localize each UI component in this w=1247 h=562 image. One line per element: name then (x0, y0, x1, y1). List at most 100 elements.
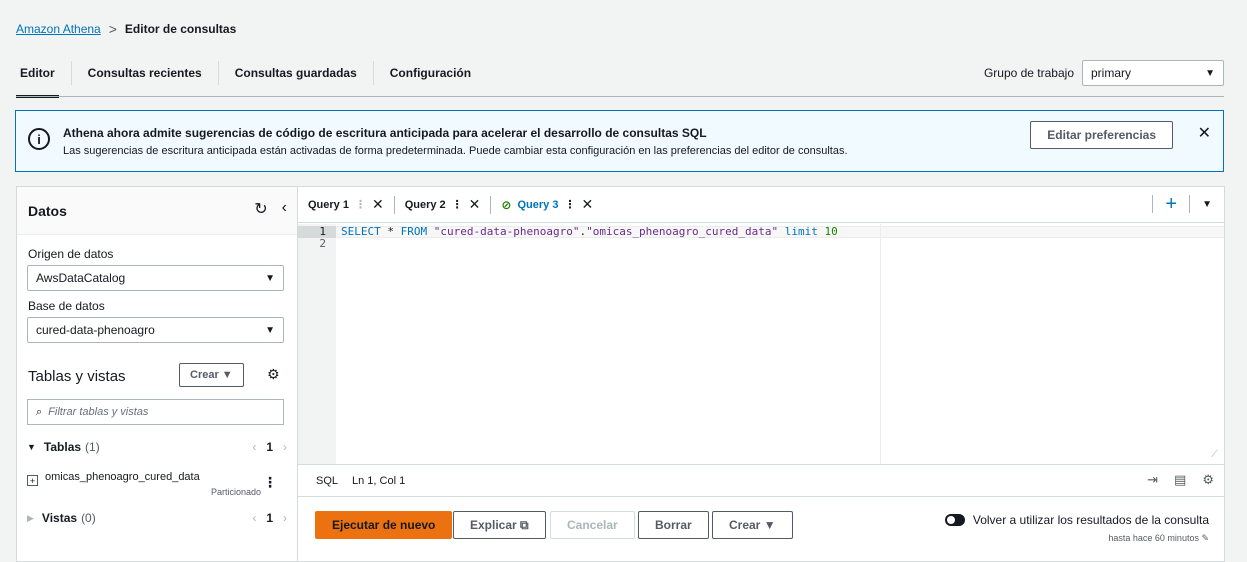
table-list-item[interactable]: + omicas_phenoagro_cured_data Particiona… (27, 469, 289, 499)
sql-string: "cured-data-phenoagro" (427, 225, 580, 238)
close-icon[interactable]: ✕ (372, 196, 384, 213)
query-tabs: Query 1 ⋮ ✕ Query 2 ⋮ ✕ ⊘ Query 3 ⋮ ✕ + … (298, 187, 1224, 223)
explain-button[interactable]: Explicar ⧉ (453, 511, 546, 539)
reuse-results-toggle[interactable] (944, 514, 965, 526)
top-tabs: Editor Consultas recientes Consultas gua… (16, 58, 487, 98)
tables-label: Tablas (43, 440, 82, 454)
database-label: Base de datos (28, 299, 105, 313)
tab-settings[interactable]: Configuración (372, 61, 487, 85)
filter-tables-input[interactable]: ⌕ Filtrar tablas y vistas (27, 399, 284, 425)
create-table-button[interactable]: Crear ▼ (179, 363, 244, 387)
query-tab-2[interactable]: Query 2 ⋮ ✕ (395, 195, 492, 214)
tables-pager: ‹ 1 › (252, 440, 287, 454)
add-query-icon[interactable]: + (1152, 194, 1191, 214)
workgroup-label: Grupo de trabajo (983, 66, 1074, 80)
caret-down-icon: ▼ (1205, 67, 1215, 79)
line-number: 2 (319, 237, 326, 250)
resize-handle-icon[interactable]: ⟋ (1211, 449, 1218, 460)
query-tab-label: Query 1 (308, 198, 349, 211)
database-select[interactable]: cured-data-phenoagro ▼ (27, 317, 284, 343)
views-count: (0) (81, 511, 96, 525)
language-mode: SQL (316, 474, 339, 487)
tables-count: (1) (85, 440, 100, 454)
query-tab-label: Query 3 (517, 198, 559, 211)
check-circle-icon: ⊘ (501, 197, 512, 212)
data-panel-header: Datos ↻ ‹ (17, 187, 297, 235)
kebab-icon[interactable]: ⋮ (355, 198, 366, 211)
query-tab-1[interactable]: Query 1 ⋮ ✕ (298, 195, 395, 214)
caret-down-icon[interactable]: ▼ (1190, 199, 1224, 210)
edit-preferences-button[interactable]: Editar preferencias (1030, 121, 1173, 149)
sql-string: "omicas_phenoagro_cured_data" (586, 225, 779, 238)
refresh-icon[interactable]: ↻ (254, 199, 267, 219)
query-editor-panel: Query 1 ⋮ ✕ Query 2 ⋮ ✕ ⊘ Query 3 ⋮ ✕ + … (297, 186, 1225, 562)
run-again-button[interactable]: Ejecutar de nuevo (315, 511, 453, 539)
breadcrumb-athena-link[interactable]: Amazon Athena (16, 22, 101, 36)
reuse-results-setting: Volver a utilizar los resultados de la c… (944, 513, 1209, 544)
breadcrumb: Amazon Athena > Editor de consultas (16, 21, 236, 37)
views-label: Vistas (41, 511, 78, 525)
expand-right-icon: ▶ (27, 512, 34, 523)
sql-star: * (380, 225, 401, 238)
next-page-icon[interactable]: › (283, 511, 287, 525)
more-actions-icon[interactable]: ⋮ (263, 474, 277, 491)
caret-down-icon: ▼ (265, 324, 275, 336)
page-number[interactable]: 1 (266, 440, 273, 454)
close-icon[interactable]: ✕ (1198, 123, 1211, 143)
editor-status-bar: SQL Ln 1, Col 1 ⇥ ▤ ⚙ (298, 464, 1224, 497)
data-panel-title: Datos (28, 203, 67, 219)
prev-page-icon[interactable]: ‹ (252, 440, 256, 454)
reuse-results-label: Volver a utilizar los resultados de la c… (972, 513, 1209, 527)
format-icon[interactable]: ⇥ (1147, 472, 1158, 488)
gear-icon[interactable]: ⚙ (267, 366, 280, 383)
clear-button[interactable]: Borrar (638, 511, 709, 539)
filter-placeholder: Filtrar tablas y vistas (48, 406, 149, 418)
data-source-select[interactable]: AwsDataCatalog ▼ (27, 265, 284, 291)
data-panel-actions: ↻ ‹ (254, 199, 287, 219)
data-panel: Datos ↻ ‹ Origen de datos AwsDataCatalog… (16, 186, 297, 562)
sql-keyword: SELECT (341, 225, 381, 238)
breadcrumb-current: Editor de consultas (124, 22, 237, 36)
tab-recent-queries[interactable]: Consultas recientes (70, 61, 218, 85)
data-source-label: Origen de datos (28, 247, 114, 261)
create-button[interactable]: Crear ▼ (712, 511, 793, 539)
tab-saved-queries[interactable]: Consultas guardadas (217, 61, 373, 85)
data-source-value: AwsDataCatalog (36, 271, 126, 285)
print-margin (880, 224, 881, 464)
expand-plus-icon[interactable]: + (27, 475, 38, 486)
views-pager: ‹ 1 › (252, 511, 287, 525)
tab-editor[interactable]: Editor (16, 61, 71, 98)
close-icon[interactable]: ✕ (469, 196, 481, 213)
tables-section[interactable]: ▼ Tablas (1) ‹ 1 › (27, 440, 287, 454)
tabs-divider (16, 96, 1224, 97)
table-name: omicas_phenoagro_cured_data (45, 471, 200, 483)
workgroup-value: primary (1091, 66, 1132, 80)
database-value: cured-data-phenoagro (36, 323, 155, 337)
close-icon[interactable]: ✕ (581, 196, 593, 213)
cursor-position: Ln 1, Col 1 (352, 474, 406, 487)
prev-page-icon[interactable]: ‹ (252, 511, 256, 525)
expand-down-icon: ▼ (27, 442, 36, 452)
kebab-icon[interactable]: ⋮ (564, 198, 575, 211)
sql-keyword: limit (778, 225, 825, 238)
next-page-icon[interactable]: › (283, 440, 287, 454)
cancel-button[interactable]: Cancelar (550, 511, 635, 539)
keyboard-icon[interactable]: ▤ (1174, 472, 1186, 488)
line-number: 1 (298, 226, 336, 238)
kebab-icon[interactable]: ⋮ (452, 198, 463, 211)
query-tab-actions: + ▼ (1152, 194, 1224, 214)
gear-icon[interactable]: ⚙ (1202, 472, 1214, 488)
reuse-results-sub[interactable]: hasta hace 60 minutos ✎ (945, 533, 1209, 544)
caret-down-icon: ▼ (265, 272, 275, 284)
views-section[interactable]: ▶ Vistas (0) ‹ 1 › (27, 511, 287, 525)
banner-message: Las sugerencias de escritura anticipada … (63, 145, 848, 157)
sql-editor[interactable]: 1 2 SELECT * FROM "cured-data-phenoagro"… (298, 224, 1224, 464)
query-tab-3[interactable]: ⊘ Query 3 ⋮ ✕ (491, 196, 603, 214)
workgroup-select[interactable]: primary ▼ (1082, 60, 1224, 86)
info-banner: i Athena ahora admite sugerencias de cód… (15, 110, 1224, 172)
page-number[interactable]: 1 (266, 511, 273, 525)
sql-keyword: FROM (400, 225, 428, 238)
collapse-icon[interactable]: ‹ (282, 199, 287, 219)
run-actions-bar: Ejecutar de nuevo Explicar ⧉ Cancelar Bo… (298, 501, 1224, 553)
status-actions: ⇥ ▤ ⚙ (1147, 472, 1214, 488)
